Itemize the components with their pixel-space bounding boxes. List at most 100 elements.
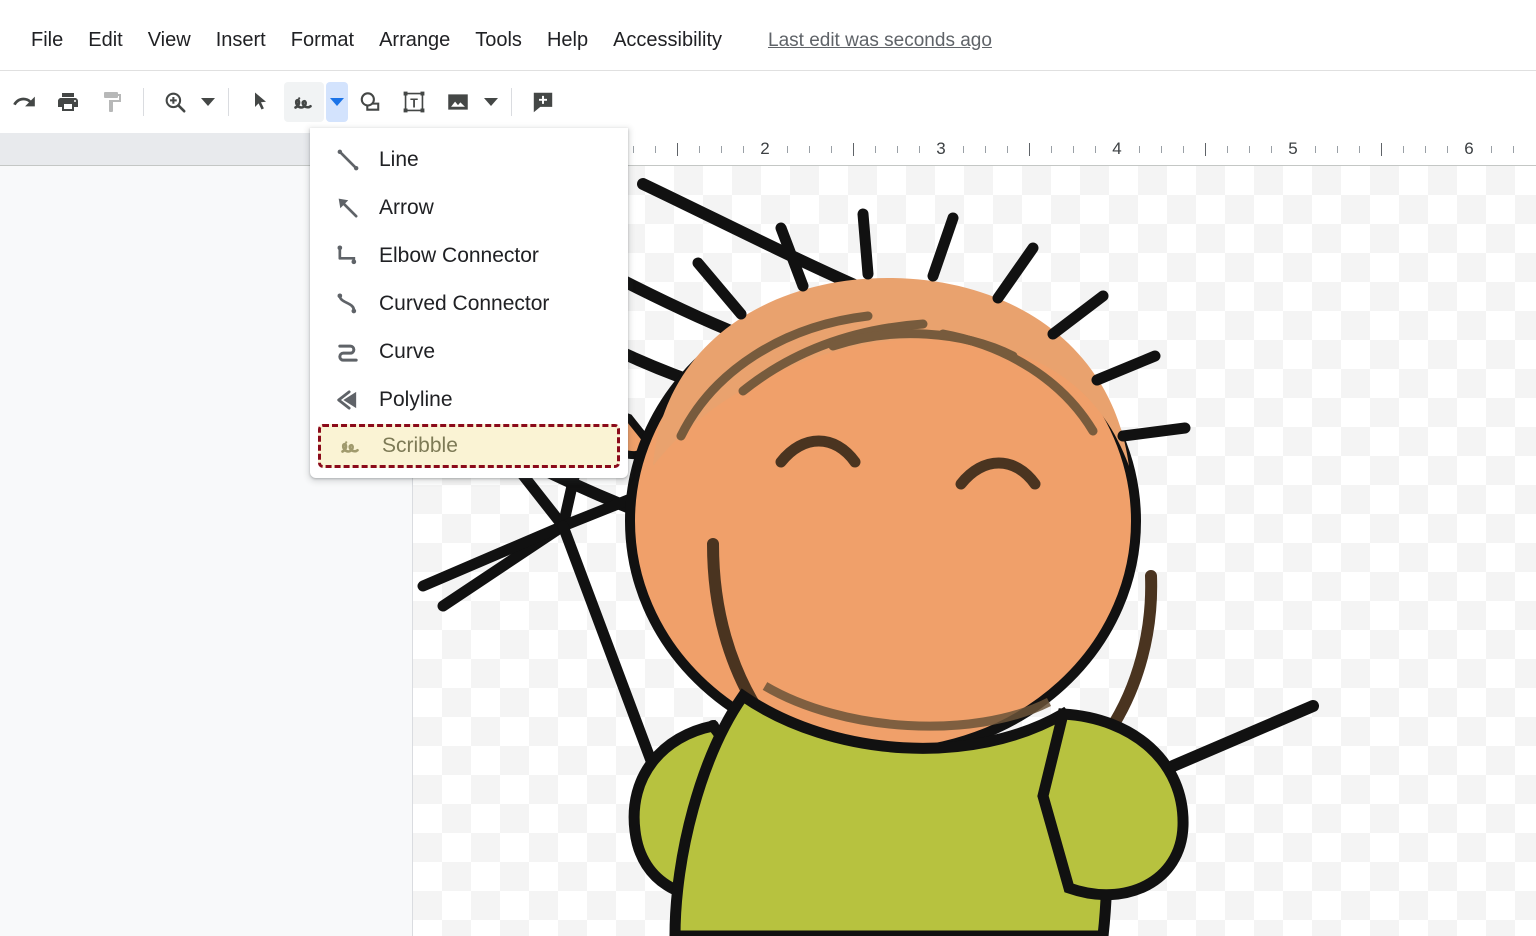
ruler-tick: [1381, 143, 1382, 156]
ruler-tick: [787, 146, 788, 153]
ruler-tick: [1271, 146, 1272, 153]
menu-file[interactable]: File: [20, 25, 74, 56]
curve-icon: [334, 338, 370, 366]
ruler-tick: [1447, 146, 1448, 153]
image-icon: [448, 94, 468, 110]
ruler-tick: [677, 143, 678, 156]
menu-arrange[interactable]: Arrange: [368, 25, 461, 56]
toolbar-separator-2: [228, 88, 229, 116]
ruler-number: 6: [1464, 139, 1474, 158]
toolbar-separator-1: [143, 88, 144, 116]
ruler-tick: [1359, 146, 1360, 153]
menu-help[interactable]: Help: [536, 25, 599, 56]
chevron-down-icon: [330, 98, 344, 106]
elbow-connector-icon: [334, 242, 370, 270]
menu-item-arrow[interactable]: Arrow: [310, 184, 628, 232]
ruler-number: 2: [760, 139, 770, 158]
curved-connector-icon: [334, 290, 370, 318]
toolbar: T: [0, 70, 1536, 133]
ruler-tick: [963, 146, 964, 153]
select-button[interactable]: [240, 82, 280, 122]
ruler-tick: [1029, 143, 1030, 156]
ruler-tick: [1513, 146, 1514, 153]
zoom-button[interactable]: [155, 82, 195, 122]
ruler-tick: [1007, 146, 1008, 153]
line-tool-group: [282, 82, 348, 122]
ruler-tick: [809, 146, 810, 153]
ruler-tick: [1315, 146, 1316, 153]
ruler-tick: [875, 146, 876, 153]
select-icon: [255, 92, 266, 110]
workspace: [0, 166, 1536, 936]
image-dropdown-button[interactable]: [480, 82, 502, 122]
print-icon: [58, 93, 78, 111]
redo-button[interactable]: [4, 82, 44, 122]
ruler-tick: [1073, 146, 1074, 153]
line-tool-dropdown-menu: Line Arrow Elbow Connector Curved Connec…: [310, 128, 628, 478]
text-box-button[interactable]: T: [394, 82, 434, 122]
ruler-tick: [1425, 146, 1426, 153]
menu-item-label: Arrow: [379, 196, 434, 219]
zoom-dropdown-button[interactable]: [197, 82, 219, 122]
drawing-app-window: · · · · · · · · · · · File Edit View Ins…: [0, 0, 1536, 936]
menu-item-polyline[interactable]: Polyline: [310, 376, 628, 424]
last-edit-status[interactable]: Last edit was seconds ago: [768, 30, 992, 52]
ruler-number: 5: [1288, 139, 1298, 158]
ruler-tick: [1139, 146, 1140, 153]
ruler-tick: [1227, 146, 1228, 153]
horizontal-ruler[interactable]: 2 3 4 5 6: [0, 133, 1536, 166]
menu-bar: File Edit View Insert Format Arrange Too…: [0, 14, 1536, 67]
menu-edit[interactable]: Edit: [77, 25, 133, 56]
scribble-icon: [294, 97, 312, 109]
line-icon: [334, 146, 370, 174]
menu-item-label: Polyline: [379, 388, 453, 411]
chevron-down-icon: [484, 98, 498, 106]
partial-title-row: · · · · · · · · · · ·: [0, 0, 1536, 14]
ruler-number: 4: [1112, 139, 1122, 158]
menu-item-scribble[interactable]: Scribble: [318, 424, 620, 468]
menu-view[interactable]: View: [137, 25, 202, 56]
ruler-tick: [1337, 146, 1338, 153]
shape-button[interactable]: [350, 82, 390, 122]
menu-item-line[interactable]: Line: [310, 136, 628, 184]
menu-item-label: Scribble: [382, 434, 458, 457]
menu-item-elbow-connector[interactable]: Elbow Connector: [310, 232, 628, 280]
paint-format-button[interactable]: [92, 82, 132, 122]
menu-item-label: Curved Connector: [379, 292, 550, 315]
svg-text:T: T: [410, 96, 418, 110]
zoom-icon: [165, 92, 186, 113]
ruler-tick: [853, 143, 854, 156]
menu-insert[interactable]: Insert: [205, 25, 277, 56]
menu-format[interactable]: Format: [280, 25, 365, 56]
menu-item-curve[interactable]: Curve: [310, 328, 628, 376]
menu-item-label: Elbow Connector: [379, 244, 539, 267]
menu-item-curved-connector[interactable]: Curved Connector: [310, 280, 628, 328]
print-button[interactable]: [48, 82, 88, 122]
ruler-tick: [633, 146, 634, 153]
text-box-icon: T: [403, 91, 425, 113]
ruler-tick: [1491, 146, 1492, 153]
ruler-tick: [985, 146, 986, 153]
toolbar-separator-3: [511, 88, 512, 116]
ruler-tick: [743, 146, 744, 153]
scribble-icon: [337, 432, 373, 460]
line-tool-dropdown-button[interactable]: [326, 82, 348, 122]
chevron-down-icon: [201, 98, 215, 106]
redo-icon: [13, 96, 35, 107]
ruler-tick: [1205, 143, 1206, 156]
add-comment-button[interactable]: [523, 82, 563, 122]
ruler-tick: [699, 146, 700, 153]
line-tool-button[interactable]: [284, 82, 324, 122]
ruler-tick: [831, 146, 832, 153]
ruler-tick: [1249, 146, 1250, 153]
ruler-tick: [1161, 146, 1162, 153]
menu-accessibility[interactable]: Accessibility: [602, 25, 733, 56]
ruler-tick: [721, 146, 722, 153]
polyline-icon: [334, 386, 370, 414]
shape-icon: [360, 92, 380, 111]
ruler-tick: [919, 146, 920, 153]
menu-tools[interactable]: Tools: [464, 25, 533, 56]
ruler-tick: [1183, 146, 1184, 153]
image-button[interactable]: [438, 82, 478, 122]
ruler-tick: [1403, 146, 1404, 153]
